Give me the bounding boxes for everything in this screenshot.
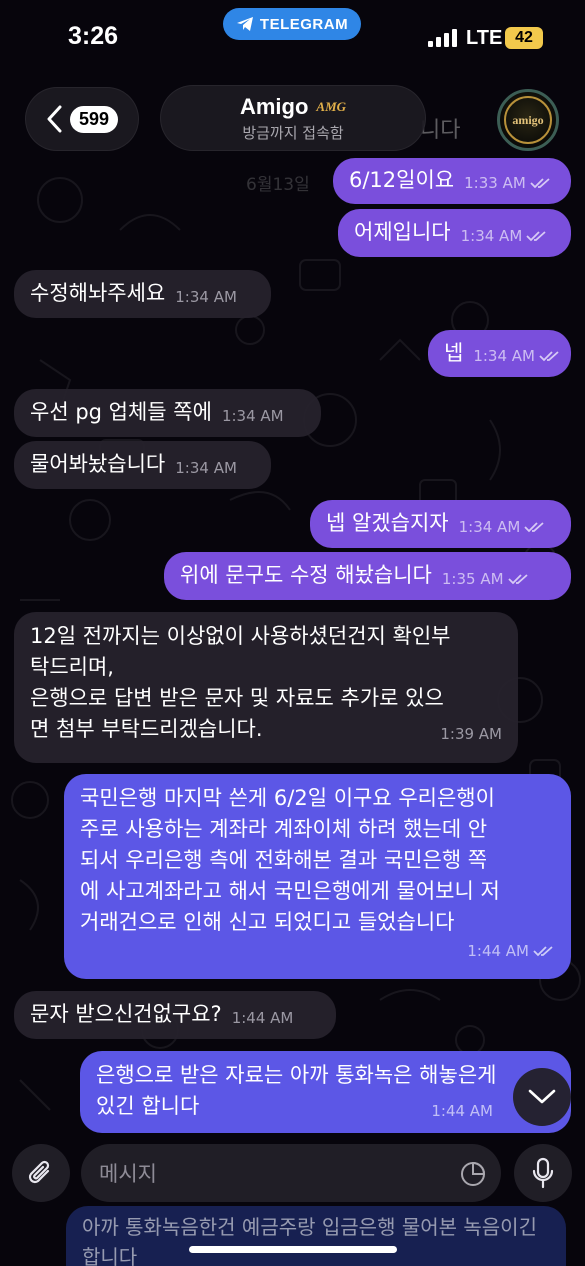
message-text: 문자 받으신건없구요? bbox=[30, 1002, 222, 1027]
message-time: 1:34 AM bbox=[175, 287, 237, 306]
message-bubble-outgoing[interactable]: 은행으로 받은 자료는 아까 통화녹은 해놓은게 있긴 합니다 1:44 AM bbox=[80, 1051, 571, 1133]
back-chevron-icon bbox=[47, 105, 62, 133]
message-time: 1:34 AM bbox=[460, 226, 523, 245]
avatar-logo: amigo bbox=[504, 96, 552, 144]
message-text: 넵 bbox=[444, 340, 464, 365]
message-meta: 1:34 AM bbox=[222, 405, 284, 437]
message-text: 우선 pg 업체들 쪽에 bbox=[30, 400, 212, 425]
message-meta: 1:33 AM bbox=[464, 172, 552, 204]
message-line: 주로 사용하는 계좌라 계좌이체 하려 했는데 안 bbox=[80, 817, 488, 842]
message-time: 1:34 AM bbox=[458, 517, 521, 536]
faded-date-fragment: 6월13일 bbox=[246, 175, 310, 195]
message-time: 1:39 AM bbox=[440, 725, 502, 744]
message-meta: 1:34 AM bbox=[175, 457, 237, 489]
faded-message-fragment: 니다 bbox=[420, 118, 461, 143]
message-bubble-incoming[interactable]: 12일 전까지는 이상없이 사용하셨던건지 확인부 탁드리며, 은행으로 답변 … bbox=[14, 612, 518, 763]
message-text: 위에 문구도 수정 해놨습니다 bbox=[180, 563, 432, 588]
message-text: 6/12일이요 bbox=[349, 168, 455, 193]
message-meta: 1:35 AM bbox=[442, 568, 530, 600]
message-time: 1:34 AM bbox=[175, 458, 237, 477]
status-time: 3:26 bbox=[68, 22, 119, 50]
message-bubble-outgoing[interactable]: 넵 알겠습지자 1:34 AM bbox=[310, 500, 571, 548]
message-line: 12일 전까지는 이상없이 사용하셨던건지 확인부 bbox=[30, 624, 451, 648]
message-line: 은행으로 답변 받은 문자 및 자료도 추가로 있으 bbox=[30, 686, 444, 711]
message-bubble-outgoing-partial: 아까 통화녹음한건 예금주랑 입금은행 물어본 녹음이긴 합니다 bbox=[66, 1206, 566, 1266]
message-text: 넵 알겠습지자 bbox=[326, 511, 449, 536]
message-bubble-outgoing[interactable]: 국민은행 마지막 쓴게 6/2일 이구요 우리은행이 주로 사용하는 계좌라 계… bbox=[64, 774, 571, 979]
check-double-icon bbox=[524, 522, 544, 533]
message-text: 수정해놔주세요 bbox=[30, 281, 166, 306]
check-double-icon bbox=[526, 231, 546, 242]
message-time: 1:44 AM bbox=[231, 1008, 294, 1027]
message-text: 아까 통화녹음한건 예금주랑 입금은행 물어본 녹음이긴 합니다 bbox=[82, 1215, 537, 1266]
chat-name-badge: AMG bbox=[316, 99, 347, 114]
back-button[interactable]: 599 bbox=[25, 87, 139, 151]
message-bubble-outgoing[interactable]: 넵 1:34 AM bbox=[428, 330, 571, 377]
chat-name: Amigo bbox=[239, 94, 309, 119]
message-bubble-outgoing[interactable]: 어제입니다 1:34 AM bbox=[338, 209, 571, 257]
message-line: 국민은행 마지막 쓴게 6/2일 이구요 우리은행이 bbox=[80, 786, 495, 810]
scroll-to-bottom-button[interactable] bbox=[513, 1068, 571, 1126]
battery-icon: 42 bbox=[505, 27, 543, 49]
voice-record-button[interactable] bbox=[514, 1144, 572, 1202]
message-text: 어제입니다 bbox=[354, 220, 451, 245]
message-line: 은행으로 받은 자료는 아까 통화녹은 해놓은게 bbox=[96, 1063, 497, 1087]
message-line: 탁드리며, bbox=[30, 655, 114, 680]
paperclip-icon bbox=[28, 1160, 50, 1184]
message-meta: 1:34 AM bbox=[175, 286, 237, 318]
message-time: 1:44 AM bbox=[467, 942, 529, 961]
message-time: 1:34 AM bbox=[473, 346, 535, 365]
telegram-pill-label: TELEGRAM bbox=[259, 15, 349, 33]
message-line: 거래건으로 인해 신고 되었디고 들었습니다 bbox=[80, 910, 455, 935]
message-text: 물어봐놨습니다 bbox=[30, 452, 166, 477]
message-meta: 1:34 AM bbox=[461, 225, 549, 257]
chevron-down-icon bbox=[528, 1089, 556, 1104]
message-time: 1:34 AM bbox=[221, 406, 284, 425]
message-input-placeholder: 메시지 bbox=[99, 1162, 157, 1186]
network-type: LTE bbox=[466, 27, 503, 49]
status-bar: 3:26 TELEGRAM LTE 42 bbox=[0, 0, 585, 80]
message-time: 1:33 AM bbox=[464, 173, 526, 192]
check-double-icon bbox=[533, 946, 553, 957]
message-meta: 1:34 AM bbox=[459, 516, 547, 548]
microphone-icon bbox=[532, 1157, 554, 1189]
telegram-icon bbox=[236, 17, 253, 31]
message-bubble-incoming[interactable]: 우선 pg 업체들 쪽에 1:34 AM bbox=[14, 389, 321, 437]
unread-count-badge: 599 bbox=[70, 105, 119, 133]
message-time: 1:35 AM bbox=[441, 569, 504, 588]
message-line: 에 사고계좌라고 해서 국민은행에게 물어보니 저 bbox=[80, 879, 500, 904]
message-meta: 1:34 AM bbox=[473, 345, 561, 377]
check-double-icon bbox=[507, 574, 528, 585]
chat-last-seen: 방금까지 접속함 bbox=[242, 124, 344, 142]
message-bubble-incoming[interactable]: 물어봐놨습니다 1:34 AM bbox=[14, 441, 271, 489]
home-indicator[interactable] bbox=[189, 1246, 397, 1253]
message-input[interactable]: 메시지 bbox=[81, 1144, 501, 1202]
chat-title-area[interactable]: Amigo AMG 방금까지 접속함 bbox=[160, 85, 426, 151]
message-bubble-outgoing[interactable]: 위에 문구도 수정 해놨습니다 1:35 AM bbox=[164, 552, 571, 600]
avatar[interactable]: amigo bbox=[497, 89, 559, 151]
attach-button[interactable] bbox=[12, 1144, 70, 1202]
sticker-icon[interactable] bbox=[459, 1160, 487, 1188]
message-bubble-incoming[interactable]: 수정해놔주세요 1:34 AM bbox=[14, 270, 271, 318]
message-time: 1:44 AM bbox=[431, 1102, 493, 1121]
signal-icon bbox=[428, 29, 457, 47]
telegram-return-pill[interactable]: TELEGRAM bbox=[223, 8, 361, 40]
message-meta: 1:44 AM bbox=[90, 940, 555, 962]
message-bubble-incoming[interactable]: 문자 받으신건없구요? 1:44 AM bbox=[14, 991, 336, 1039]
message-bubble-outgoing[interactable]: 6/12일이요 1:33 AM bbox=[333, 158, 571, 204]
check-double-icon bbox=[530, 178, 550, 189]
message-meta: 1:44 AM bbox=[232, 1007, 294, 1039]
message-line: 되서 우리은행 측에 전화해본 결과 국민은행 쪽 bbox=[80, 848, 488, 873]
check-double-icon bbox=[539, 351, 559, 362]
